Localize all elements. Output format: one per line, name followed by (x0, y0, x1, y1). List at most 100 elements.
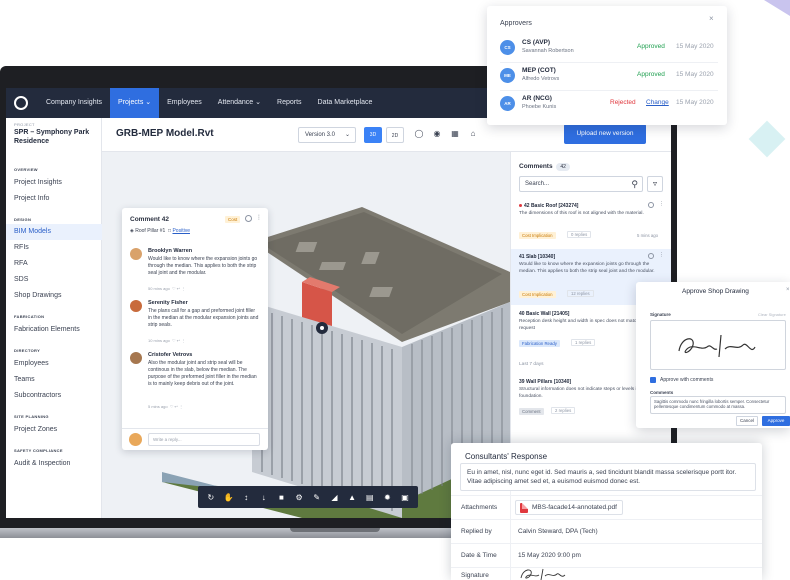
home-icon[interactable]: ⌂ (468, 129, 478, 139)
sidebar-item-employees[interactable]: Employees (6, 356, 102, 372)
sidebar-item-fabrication-elements[interactable]: Fabrication Elements (6, 322, 102, 338)
status-badge: Rejected (610, 99, 636, 106)
comment-icon[interactable]: ◯ (414, 129, 424, 139)
sidebar-item-rfa[interactable]: RFA (6, 256, 102, 272)
close-icon[interactable]: × (786, 287, 790, 293)
comments-search-input[interactable]: Search... ⚲ (519, 176, 643, 192)
sidebar-item-teams[interactable]: Teams (6, 372, 102, 388)
approve-button[interactable]: Approve (762, 416, 790, 426)
comments-count-badge: 42 (556, 163, 570, 171)
view-2d-toggle[interactable]: 2D (386, 127, 404, 143)
signature-pad[interactable] (650, 320, 786, 370)
signature-image (678, 334, 756, 358)
approver-role: CS (AVP) (522, 39, 551, 46)
avatar (129, 433, 142, 446)
nav-company-insights[interactable]: Company Insights (38, 88, 110, 118)
search-icon: ⚲ (631, 179, 638, 189)
comment-author: Cristofer Vetrovs (148, 352, 193, 358)
sidebar-item-bim-models[interactable]: BIM Models (6, 224, 102, 240)
zoom-icon[interactable]: ↕ (240, 493, 252, 502)
element-link[interactable]: Positive (172, 228, 190, 234)
sidebar-item-sds[interactable]: SDS (6, 272, 102, 288)
comment-item-body: The dimensions of this roof is not align… (519, 211, 644, 216)
comments-title: Comments 42 (519, 163, 570, 171)
upload-new-version-button[interactable]: Upload new version (564, 124, 646, 144)
sidebar-item-audit-inspection[interactable]: Audit & Inspection (6, 456, 102, 472)
section-overview: OVERVIEW (14, 167, 38, 172)
more-icon[interactable]: ⋮ (181, 338, 185, 343)
reply-icon[interactable]: ↩ (177, 338, 180, 343)
sidebar-item-project-info[interactable]: Project Info (6, 191, 102, 207)
sidebar-item-project-zones[interactable]: Project Zones (6, 422, 102, 438)
section-directory: DIRECTORY (14, 348, 41, 353)
sidebar-item-shop-drawings[interactable]: Shop Drawings (6, 288, 102, 304)
replies-count[interactable]: 12 replies (567, 290, 594, 297)
replied-by-label: Replied by (461, 528, 492, 535)
close-icon[interactable]: × (709, 14, 714, 23)
avatar: ME (500, 68, 515, 83)
datetime-label: Date & Time (461, 552, 497, 559)
nav-data-marketplace[interactable]: Data Marketplace (310, 88, 381, 118)
replies-count[interactable]: 0 replies (567, 231, 592, 238)
approve-with-comments-checkbox[interactable] (650, 377, 656, 383)
comment-item-42[interactable]: 42 Basic Roof [243274] ⋮ The dimensions … (511, 198, 671, 248)
comments-title-text: Comments (519, 163, 553, 170)
replied-by-row: Replied by Calvin Steward, DPA (Tech) (451, 519, 762, 543)
comments-textarea[interactable]: Sagittis commodo nunc fringilla lobortis… (650, 396, 786, 414)
like-icon[interactable]: ♡ (172, 338, 176, 343)
camera-icon[interactable]: ■ (275, 493, 287, 502)
like-icon[interactable]: ♡ (170, 404, 174, 409)
filter-icon[interactable]: ▿ (647, 176, 663, 192)
cost-implication-tag: Cost Implication (519, 232, 556, 239)
version-select[interactable]: Version 3.0 ⌄ (298, 127, 356, 143)
more-icon[interactable]: ⋮ (181, 286, 185, 291)
more-icon[interactable]: ⋮ (256, 214, 262, 221)
view-3d-toggle[interactable]: 3D (364, 127, 382, 143)
comment-item-body: Structural information does not indicate… (519, 387, 648, 399)
attachment-file[interactable]: MBS-facade14-annotated.pdf (515, 500, 623, 515)
cancel-button[interactable]: Cancel (736, 416, 758, 426)
approval-date: 15 May 2020 (676, 43, 714, 50)
app-logo-icon[interactable] (14, 96, 28, 110)
fullscreen-icon[interactable]: ▣ (399, 493, 411, 502)
sidebar-item-subcontractors[interactable]: Subcontractors (6, 388, 102, 404)
nav-reports[interactable]: Reports (269, 88, 310, 118)
resolve-icon[interactable] (648, 253, 654, 259)
nav-attendance[interactable]: Attendance ⌄ (210, 88, 269, 118)
change-link[interactable]: Change (646, 99, 669, 106)
nav-employees[interactable]: Employees (159, 88, 210, 118)
reply-icon[interactable]: ↩ (175, 404, 178, 409)
comment-tag: Comment (519, 408, 544, 415)
options-icon[interactable]: ✹ (381, 493, 393, 502)
settings-icon[interactable]: ⚙ (293, 493, 305, 502)
replies-count[interactable]: 2 replies (551, 407, 576, 414)
comment-text: Also the modular joint and strip seal wi… (148, 360, 257, 387)
like-icon[interactable]: ♡ (172, 286, 176, 291)
measure-icon[interactable]: ✎ (311, 493, 323, 502)
eye-icon[interactable]: ◉ (432, 129, 442, 139)
resolve-icon[interactable] (648, 202, 654, 208)
properties-icon[interactable]: ▤ (364, 493, 376, 502)
more-icon[interactable]: ⋮ (659, 252, 664, 258)
reply-icon[interactable]: ↩ (177, 286, 180, 291)
project-name[interactable]: SPR – Symphony Park Residence (14, 128, 98, 146)
replied-by-value: Calvin Steward, DPA (Tech) (518, 528, 598, 535)
clear-signature-link[interactable]: Clear Signature (758, 312, 786, 317)
replies-count[interactable]: 1 replies (571, 339, 596, 346)
sidebar-item-project-insights[interactable]: Project Insights (6, 175, 102, 191)
resolve-icon[interactable] (245, 215, 252, 222)
nav-projects[interactable]: Projects ⌄ (110, 88, 160, 118)
model-tree-icon[interactable]: ▲ (346, 493, 358, 502)
orbit-icon[interactable]: ↻ (205, 493, 217, 502)
approve-shop-drawing-dialog: Approve Shop Drawing × Signature Clear S… (636, 282, 790, 428)
more-icon[interactable]: ⋮ (179, 404, 183, 409)
fabrication-ready-tag: Fabrication Ready (519, 340, 560, 347)
grid-icon[interactable]: ▦ (450, 129, 460, 139)
more-icon[interactable]: ⋮ (659, 201, 664, 207)
reply-input[interactable]: Write a reply... (148, 433, 260, 446)
section-icon[interactable]: ◢ (328, 493, 340, 502)
walk-icon[interactable]: ↓ (258, 493, 270, 502)
pan-icon[interactable]: ✋ (222, 493, 234, 502)
dialog-title: Approve Shop Drawing (682, 288, 749, 295)
sidebar-item-rfis[interactable]: RFIs (6, 240, 102, 256)
